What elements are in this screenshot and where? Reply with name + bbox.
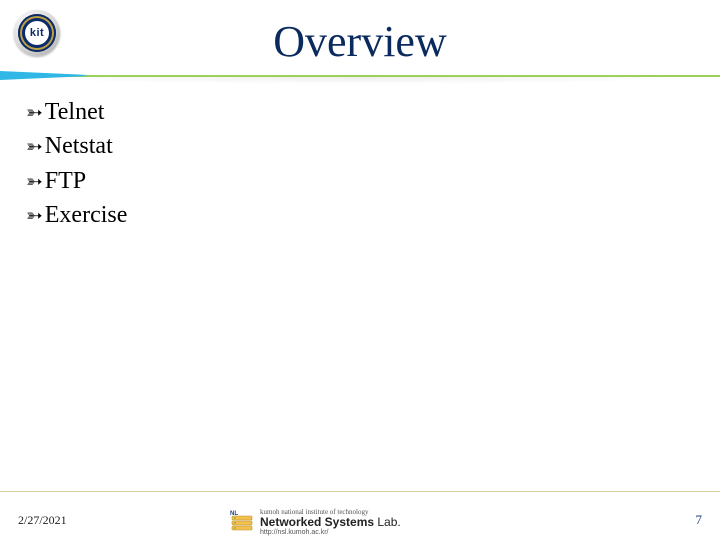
lab-name-bold: Networked Systems	[260, 515, 374, 529]
lab-name-rest: Lab.	[374, 515, 401, 529]
lab-name: Networked Systems Lab.	[260, 516, 401, 529]
slide-title: Overview	[0, 16, 720, 67]
lab-url: http://nsl.kumoh.ac.kr/	[260, 529, 401, 536]
list-item: ➳ Telnet	[26, 96, 694, 128]
bullet-label: Telnet	[45, 96, 105, 128]
lab-branding: NL kumoh national institute of technolog…	[230, 509, 490, 536]
bullet-label: FTP	[45, 165, 86, 197]
bullet-icon: ➳	[26, 100, 43, 127]
lab-icon: NL	[230, 510, 254, 534]
title-underline	[0, 74, 720, 80]
underline-shadow	[0, 77, 720, 84]
bullet-label: Exercise	[45, 199, 128, 231]
list-item: ➳ Exercise	[26, 199, 694, 231]
slide: kit Overview ➳ Telnet ➳ Netstat ➳ FTP ➳ …	[0, 0, 720, 540]
lab-text-block: kumoh national institute of technology N…	[260, 509, 401, 536]
list-item: ➳ Netstat	[26, 130, 694, 162]
bullet-label: Netstat	[45, 130, 113, 162]
footer-divider	[0, 491, 720, 492]
page-number: 7	[696, 512, 703, 528]
svg-text:NL: NL	[230, 511, 238, 517]
bullet-icon: ➳	[26, 169, 43, 196]
footer-date: 2/27/2021	[18, 513, 67, 528]
underline-line	[0, 75, 720, 77]
bullet-list: ➳ Telnet ➳ Netstat ➳ FTP ➳ Exercise	[26, 96, 694, 234]
footer: 2/27/2021 NL kumoh national institute of…	[0, 496, 720, 540]
list-item: ➳ FTP	[26, 165, 694, 197]
bullet-icon: ➳	[26, 203, 43, 230]
bullet-icon: ➳	[26, 134, 43, 161]
